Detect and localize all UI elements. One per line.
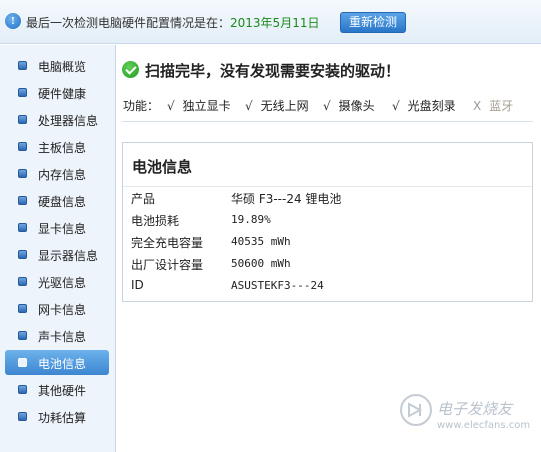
function-label: 摄像头 [338,99,375,113]
sidebar-item-label: 主板信息 [38,141,87,155]
sidebar-item-health[interactable]: 硬件健康 [5,80,109,105]
check-mark-icon: √ [245,99,253,113]
square-bullet-icon [18,250,27,259]
sidebar-item-label: 光驱信息 [38,276,87,290]
square-bullet-icon [18,331,27,340]
row-value-full-charge-capacity: 40535 mWh [231,235,291,248]
square-bullet-icon [18,88,27,97]
sidebar-item-cpu[interactable]: 处理器信息 [5,107,109,132]
sidebar-item-optical-drive[interactable]: 光驱信息 [5,269,109,294]
square-bullet-icon [18,223,27,232]
sidebar-item-label: 功耗估算 [38,411,87,425]
row-value-product: 华硕 F3---24 锂电池 [231,192,342,206]
last-check-prefix: 最后一次检测电脑硬件配置情况是在： [26,16,231,30]
square-bullet-icon [18,385,27,394]
functions-label: 功能： [123,99,160,113]
square-bullet-icon [18,358,27,367]
sidebar-item-label: 硬件健康 [38,87,87,101]
recheck-button[interactable]: 重新检测 [340,12,406,33]
panel-title: 电池信息 [132,158,193,176]
row-value-design-capacity: 50600 mWh [231,257,291,270]
sidebar-item-label: 硬盘信息 [38,195,87,209]
row-label-wear: 电池损耗 [131,214,180,228]
square-bullet-icon [18,304,27,313]
sidebar-item-overview[interactable]: 电脑概览 [5,53,109,78]
square-bullet-icon [18,142,27,151]
cross-mark-icon: X [473,99,482,113]
sidebar-item-label: 电脑概览 [38,60,87,74]
sidebar-item-graphics[interactable]: 显卡信息 [5,215,109,240]
check-circle-icon [122,61,139,78]
function-label: 光盘刻录 [407,99,456,113]
last-check-text: 最后一次检测电脑硬件配置情况是在：2013年5月11日 [26,14,319,31]
sidebar-item-label: 处理器信息 [38,114,99,128]
row-value-wear: 19.89% [231,213,271,226]
square-bullet-icon [18,169,27,178]
divider [122,121,533,122]
top-bar: ! 最后一次检测电脑硬件配置情况是在：2013年5月11日 重新检测 [0,0,541,44]
info-icon: ! [5,13,21,29]
sidebar-item-disk[interactable]: 硬盘信息 [5,188,109,213]
function-item-bluetooth: X 蓝牙 [473,97,513,114]
square-bullet-icon [18,196,27,205]
row-label-product: 产品 [131,192,156,206]
sidebar-item-battery[interactable]: 电池信息 [5,350,109,375]
function-item-wireless: √ 无线上网 [245,97,309,114]
sidebar: 电脑概览 硬件健康 处理器信息 主板信息 内存信息 硬盘信息 显卡信息 显示器信… [0,45,116,452]
battery-info-panel: 电池信息 产品 华硕 F3---24 锂电池 电池损耗 19.89% 完全充电容… [122,142,533,302]
square-bullet-icon [18,277,27,286]
sidebar-item-label: 电池信息 [38,357,87,371]
sidebar-item-motherboard[interactable]: 主板信息 [5,134,109,159]
watermark-url: www.elecfans.com [437,420,531,431]
function-label: 独立显卡 [182,99,231,113]
sidebar-item-other-hardware[interactable]: 其他硬件 [5,377,109,402]
sidebar-item-network-card[interactable]: 网卡信息 [5,296,109,321]
sidebar-item-label: 显示器信息 [38,249,99,263]
check-mark-icon: √ [323,99,331,113]
sidebar-item-memory[interactable]: 内存信息 [5,161,109,186]
sidebar-item-label: 声卡信息 [38,330,87,344]
panel-divider [123,186,532,187]
check-mark-icon: √ [167,99,175,113]
watermark-logo-icon [400,394,432,426]
function-item-graphics-card: √ 独立显卡 [167,97,231,114]
row-label-full-charge-capacity: 完全充电容量 [131,236,204,250]
sidebar-item-sound-card[interactable]: 声卡信息 [5,323,109,348]
function-item-camera: √ 摄像头 [323,97,375,114]
square-bullet-icon [18,61,27,70]
check-mark-icon: √ [392,99,400,113]
function-item-disc-burning: √ 光盘刻录 [392,97,456,114]
function-label: 无线上网 [260,99,309,113]
row-value-id: ASUSTEKF3---24 [231,279,324,292]
sidebar-item-label: 网卡信息 [38,303,87,317]
scan-result-message: 扫描完毕，没有发现需要安装的驱动！ [145,62,401,80]
square-bullet-icon [18,115,27,124]
square-bullet-icon [18,412,27,421]
watermark-name: 电子发烧友 [437,402,513,418]
function-label: 蓝牙 [489,99,514,113]
sidebar-item-label: 显卡信息 [38,222,87,236]
row-label-id: ID [131,278,144,292]
sidebar-item-monitor[interactable]: 显示器信息 [5,242,109,267]
sidebar-item-label: 内存信息 [38,168,87,182]
sidebar-item-power-estimate[interactable]: 功耗估算 [5,404,109,429]
sidebar-item-label: 其他硬件 [38,384,87,398]
row-label-design-capacity: 出厂设计容量 [131,258,204,272]
last-check-date: 2013年5月11日 [230,16,320,30]
